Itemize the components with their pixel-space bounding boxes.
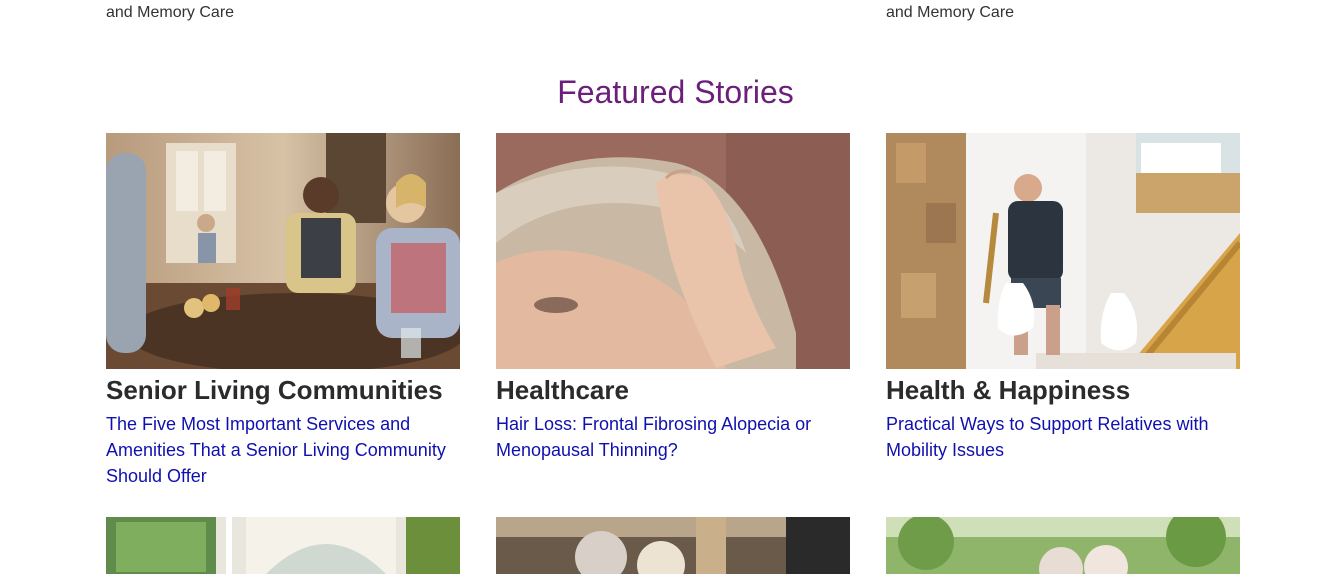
previous-card-fragment-right[interactable]: and Memory Care	[886, 3, 1014, 23]
story-image-link[interactable]	[886, 133, 1240, 369]
seniors-dining-photo	[496, 517, 850, 574]
story-headline-link[interactable]: The Five Most Important Services and Ame…	[106, 411, 460, 489]
story-image-link[interactable]	[106, 517, 460, 574]
seniors-playing-cards-photo	[106, 133, 460, 369]
story-category[interactable]: Health & Happiness	[886, 375, 1240, 405]
story-image-link[interactable]	[496, 517, 850, 574]
story-image-link[interactable]	[496, 133, 850, 369]
story-image-link[interactable]	[106, 133, 460, 369]
story-headline-link[interactable]: Practical Ways to Support Relatives with…	[886, 411, 1240, 463]
woman-touching-hair-photo	[496, 133, 850, 369]
story-image-link[interactable]	[886, 517, 1240, 574]
story-category[interactable]: Senior Living Communities	[106, 375, 460, 405]
story-card: Healthcare Hair Loss: Frontal Fibrosing …	[496, 133, 850, 463]
section-title: Featured Stories	[557, 74, 794, 110]
seniors-outdoors-photo	[886, 517, 1240, 574]
sunroom-photo	[106, 517, 460, 574]
story-card: Senior Living Communities The Five Most …	[106, 133, 460, 489]
story-card: Health & Happiness Practical Ways to Sup…	[886, 133, 1240, 463]
story-headline-link[interactable]: Hair Loss: Frontal Fibrosing Alopecia or…	[496, 411, 850, 463]
previous-card-fragment-left[interactable]: and Memory Care	[106, 3, 234, 23]
man-climbing-stairs-photo	[886, 133, 1240, 369]
story-category[interactable]: Healthcare	[496, 375, 850, 405]
